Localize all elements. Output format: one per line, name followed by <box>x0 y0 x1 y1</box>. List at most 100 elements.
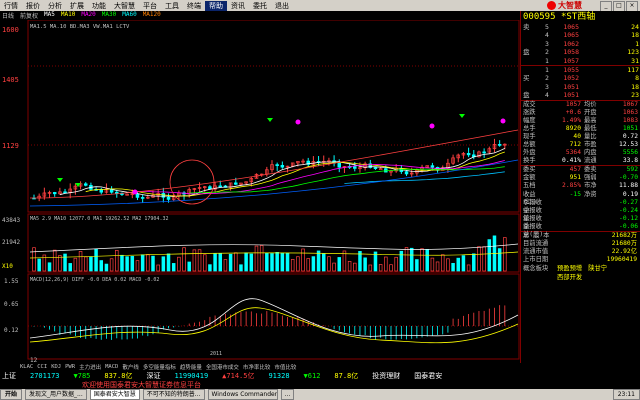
taskbar-item-1[interactable]: 国泰君安大智慧 <box>89 389 140 400</box>
menu-item-8[interactable]: 终端 <box>183 1 205 11</box>
date-mid-label: 2011 <box>210 351 222 357</box>
fin-key <box>581 223 608 231</box>
sell-label: 盘 <box>523 48 530 57</box>
volume-bar <box>347 261 352 272</box>
menu-item-1[interactable]: 报价 <box>22 1 44 11</box>
sell-index: 1 <box>545 56 549 65</box>
fin-value <box>547 199 581 207</box>
candle-body <box>218 185 223 188</box>
info-value: 12.53 <box>619 140 638 148</box>
info-key: 现手 <box>523 132 536 140</box>
stock-code: 000595 <box>523 12 556 22</box>
concept-2[interactable]: 陕甘宁 <box>588 264 607 273</box>
toolbar-item-0[interactable]: 日线 <box>2 11 14 20</box>
stock-name: *ST西轴 <box>560 12 596 22</box>
tab-1[interactable]: CCI <box>37 364 47 370</box>
volume-bar <box>63 253 67 272</box>
buy-row-3: 盘 4 1051 23 <box>521 91 640 99</box>
volume-bar <box>327 256 331 272</box>
taskbar-item-3[interactable]: Windows Commander 5 <box>207 389 278 400</box>
candle-body <box>378 168 383 171</box>
info-value: 5364 <box>565 149 581 157</box>
signal-arrow <box>267 118 273 122</box>
volume-bar <box>192 249 197 272</box>
toolbar-item-4[interactable]: MA20 <box>81 11 95 20</box>
tab-2[interactable]: KDJ <box>51 364 61 370</box>
volume-bar <box>135 260 140 272</box>
volume-bar <box>275 252 279 272</box>
buy-label <box>521 66 545 74</box>
fin-value: 0.19 <box>622 190 638 198</box>
buy-row-1: 买 2 1052 8 <box>521 74 640 82</box>
toolbar-item-7[interactable]: MA120 <box>143 11 161 20</box>
volume-bar <box>321 253 326 272</box>
taskbar-item-2[interactable]: 不可不知的特朗普... <box>142 389 205 400</box>
fin-value: -0.70 <box>619 174 638 182</box>
fin-value: 2.85% <box>562 182 581 190</box>
volume-bar <box>394 256 398 272</box>
kline-chart[interactable]: 1600 1405 1129 MA1.5 MA.10 BD.MA3 VW.MA1 LC… <box>0 19 520 364</box>
volume-bar <box>425 249 429 272</box>
tab-11[interactable]: 市值比较 <box>274 363 296 371</box>
volume-bar <box>52 249 57 272</box>
taskbar-item-4[interactable]: ... <box>280 389 295 400</box>
tab-3[interactable]: PWR <box>65 364 75 370</box>
menu-item-7[interactable]: 工具 <box>161 1 183 11</box>
buy-index: 2 <box>545 74 549 83</box>
buy-price: 1051 <box>563 91 579 100</box>
toolbar-item-2[interactable]: MA5 <box>44 11 55 20</box>
toolbar-item-1[interactable]: 前复权 <box>20 11 38 20</box>
capital-row-1: 目前流通 21680万 <box>521 240 640 248</box>
menu-item-6[interactable]: 平台 <box>139 1 161 11</box>
volume-bar <box>482 246 486 272</box>
menu-item-3[interactable]: 扩展 <box>66 1 88 11</box>
volume-bar <box>420 248 424 272</box>
volume-bar <box>208 264 212 272</box>
concept-3[interactable]: 西部开发 <box>521 273 640 282</box>
menu-item-12[interactable]: 退出 <box>271 1 293 11</box>
taskbar-item-0[interactable]: 发现文_用户数据_... <box>25 389 87 400</box>
stock-title: 000595 *ST西轴 <box>521 11 640 23</box>
menu-item-2[interactable]: 分析 <box>44 1 66 11</box>
volume-bar <box>373 251 378 272</box>
ma30-line <box>189 166 505 194</box>
menu-item-0[interactable]: 行情 <box>0 1 22 11</box>
buy-label <box>521 83 545 91</box>
fin-value: -0.12 <box>619 214 638 222</box>
info-key: 总额 <box>523 140 536 148</box>
price-axis-label: 1600 <box>2 26 19 34</box>
buy-index: 3 <box>545 82 549 91</box>
sell-label: 卖 <box>523 23 530 31</box>
toolbar-item-6[interactable]: MA60 <box>122 11 136 20</box>
diff-line <box>29 298 519 339</box>
chart-area[interactable]: 1600 1405 1129 MA1.5 MA.10 BD.MA3 VW.MA1 LC… <box>0 19 520 364</box>
buy-volume: 23 <box>631 91 639 100</box>
fin-value <box>547 223 581 231</box>
start-button[interactable]: 开始 <box>0 389 23 400</box>
tab-4[interactable]: 主力进出 <box>79 363 101 371</box>
ma250-line <box>29 159 519 207</box>
toolbar-item-3[interactable]: MA10 <box>61 11 75 20</box>
menu-item-4[interactable]: 功能 <box>88 1 110 11</box>
menu-item-10[interactable]: 资讯 <box>227 1 249 11</box>
tab-8[interactable]: 趋势能量 <box>180 363 202 371</box>
toolbar-item-5[interactable]: MA30 <box>102 11 116 20</box>
menu-item-5[interactable]: 大智慧 <box>110 1 139 11</box>
info-value: 0.72 <box>622 132 638 140</box>
ma60-line <box>344 171 505 184</box>
menu-item-9[interactable]: 帮助 <box>205 0 227 11</box>
menu-item-11[interactable]: 委托 <box>249 1 271 11</box>
tab-5[interactable]: MACD <box>105 364 118 370</box>
fin-value: 11.88 <box>619 182 638 190</box>
buy-row-0: 1 1055 117 <box>521 66 640 74</box>
volume-bar <box>125 256 129 272</box>
capital-row-3: 上市日期 19960419 <box>521 256 640 264</box>
tab-0[interactable]: KLAC <box>20 364 33 370</box>
volume-bar <box>151 255 155 272</box>
volume-bar <box>399 250 404 272</box>
volume-bar <box>89 256 93 272</box>
concept-1[interactable]: 预盈预增 <box>557 264 582 273</box>
buy-book: 1 1055 117 买 2 1052 8 3 1051 18 盘 4 1051 23 <box>521 66 640 100</box>
volume-bar <box>363 257 367 272</box>
volume-ma-line-2 <box>29 251 519 259</box>
